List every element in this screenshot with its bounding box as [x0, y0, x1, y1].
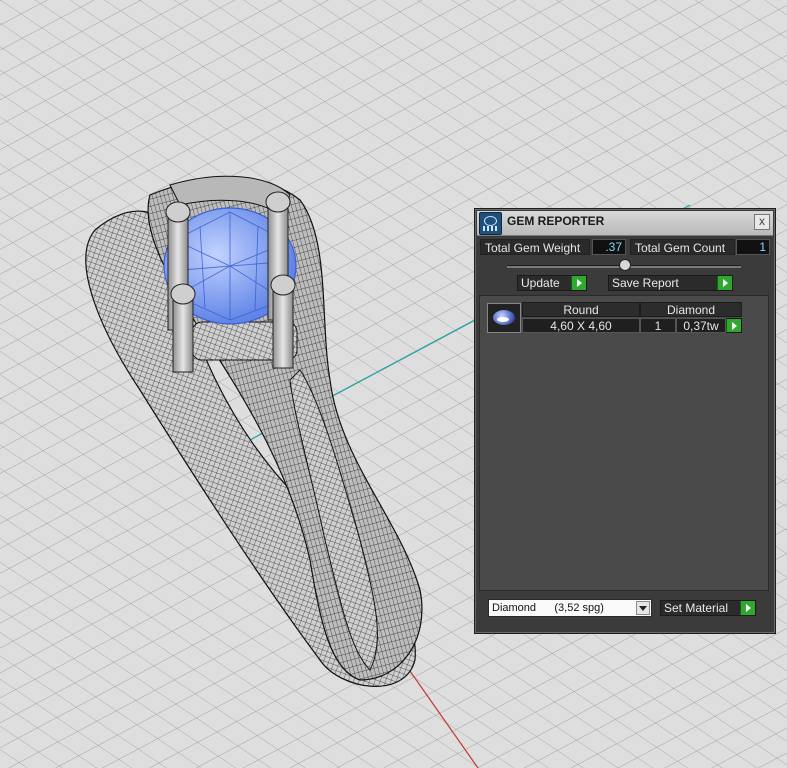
panel-title: GEM REPORTER [507, 214, 605, 228]
column-header-material: Diamond [640, 302, 742, 317]
gem-thumbnail[interactable] [487, 303, 521, 333]
total-gem-weight-value: .37 [592, 239, 626, 255]
update-button-label: Update [521, 276, 560, 290]
total-gem-count-value: 1 [736, 239, 770, 255]
title-bar[interactable]: GEM REPORTER x [477, 211, 773, 236]
total-gem-count-label: Total Gem Count [630, 239, 735, 255]
total-gem-weight-label: Total Gem Weight [480, 239, 590, 255]
material-select-value: Diamond (3,52 spg) [492, 602, 604, 614]
gem-weight-cell: 0,37tw [676, 318, 726, 333]
gem-reporter-icon [479, 212, 502, 235]
gem-reporter-panel: GEM REPORTER x Total Gem Weight .37 Tota… [474, 208, 776, 634]
play-arrow-icon [740, 601, 755, 615]
save-report-button-label: Save Report [612, 276, 679, 290]
column-header-shape: Round [522, 302, 640, 317]
play-arrow-icon [717, 276, 732, 290]
set-material-button[interactable]: Set Material [660, 600, 756, 616]
diamond-icon [493, 310, 515, 325]
set-material-button-label: Set Material [664, 601, 729, 615]
gem-list: Round Diamond 4,60 X 4,60 1 0,37tw [479, 295, 769, 591]
play-arrow-icon [726, 319, 741, 332]
slider-handle[interactable] [619, 259, 631, 271]
play-arrow-icon [571, 276, 586, 290]
close-icon[interactable]: x [754, 214, 770, 230]
gem-count-cell: 1 [640, 318, 676, 333]
row-action-button[interactable] [726, 318, 742, 333]
update-button[interactable]: Update [517, 275, 587, 291]
gem-size-cell: 4,60 X 4,60 [522, 318, 640, 333]
material-select[interactable]: Diamond (3,52 spg) [488, 599, 652, 617]
chevron-down-icon[interactable] [636, 601, 650, 615]
save-report-button[interactable]: Save Report [608, 275, 733, 291]
